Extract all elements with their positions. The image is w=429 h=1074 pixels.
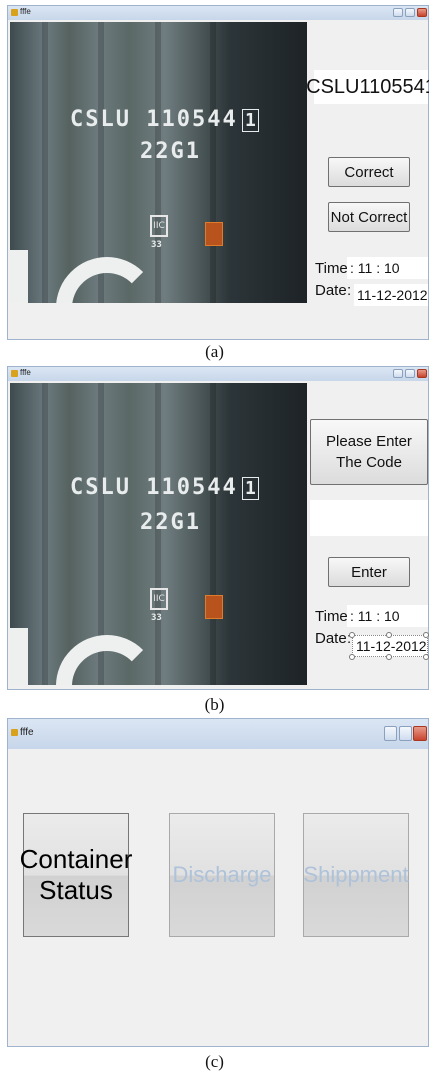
minimize-button[interactable] <box>393 369 403 378</box>
shippment-button: Shippment <box>303 813 409 937</box>
container-rib <box>210 22 216 303</box>
discharge-button: Discharge <box>169 813 275 937</box>
caption-b: (b) <box>204 695 225 714</box>
orange-sticker <box>205 222 223 246</box>
app-icon <box>11 9 18 16</box>
maximize-button[interactable] <box>399 726 412 741</box>
time-field: : 11 : 10 <box>347 257 428 279</box>
container-status-button[interactable]: Container Status <box>20 813 132 937</box>
enter-button[interactable]: Enter <box>328 557 410 587</box>
close-button[interactable] <box>417 369 427 378</box>
recognized-code-display: CSLU1105541 <box>306 70 429 104</box>
plate-line-2: 22G1 <box>140 139 201 164</box>
minimize-button[interactable] <box>393 8 403 17</box>
title-bar: fffe <box>8 719 428 749</box>
maximize-button[interactable] <box>405 369 415 378</box>
letter-shape <box>56 257 158 303</box>
window-title: fffe <box>20 727 34 738</box>
maximize-button[interactable] <box>405 8 415 17</box>
container-rib <box>42 383 48 685</box>
container-image: CSLU 110544 1 22G1 IIC 33 <box>10 22 307 303</box>
orange-sticker <box>205 595 223 619</box>
window-a: fffe CSLU 110544 1 22G1 IIC 33 CSLU11055… <box>7 5 429 340</box>
correct-button[interactable]: Correct <box>328 157 410 187</box>
plate-line-1: CSLU 110544 <box>70 475 238 500</box>
resize-handle[interactable] <box>349 654 355 660</box>
time-field: : 11 : 10 <box>347 605 428 627</box>
app-icon <box>11 729 18 736</box>
plate-check-digit: 1 <box>242 109 259 132</box>
close-button[interactable] <box>417 8 427 17</box>
plate-line-1: CSLU 110544 <box>70 107 238 132</box>
app-icon <box>11 370 18 377</box>
resize-handle[interactable] <box>423 654 429 660</box>
time-label: Time <box>315 260 348 277</box>
caption-a: (a) <box>205 342 224 361</box>
logo-sub: 33 <box>151 613 162 623</box>
date-label: Date <box>315 282 347 299</box>
container-rib <box>210 383 216 685</box>
logo-sub: 33 <box>151 240 162 250</box>
title-bar: fffe <box>8 367 428 381</box>
caption-c: (c) <box>205 1052 224 1071</box>
resize-handle[interactable] <box>386 632 392 638</box>
window-title: fffe <box>20 368 31 377</box>
iic-logo: IIC <box>150 588 168 610</box>
resize-handle[interactable] <box>349 632 355 638</box>
close-button[interactable] <box>413 726 427 741</box>
container-rib <box>42 22 48 303</box>
minimize-button[interactable] <box>384 726 397 741</box>
not-correct-button[interactable]: Not Correct <box>328 202 410 232</box>
time-label: Time <box>315 608 348 625</box>
date-field: 11-12-2012 <box>354 284 428 306</box>
date-colon: : <box>347 282 352 299</box>
window-title: fffe <box>20 7 31 16</box>
resize-handle[interactable] <box>386 654 392 660</box>
code-input[interactable] <box>310 500 428 536</box>
plate-check-digit: 1 <box>242 477 259 500</box>
window-c: fffe Container Status Discharge Shippmen… <box>7 718 429 1047</box>
date-label: Date <box>315 630 347 647</box>
letter-shape <box>10 250 28 303</box>
please-enter-code-button[interactable]: Please Enter The Code <box>310 419 428 485</box>
container-image: CSLU 110544 1 22G1 IIC 33 <box>10 383 307 685</box>
iic-logo: IIC <box>150 215 168 237</box>
title-bar: fffe <box>8 6 428 20</box>
resize-handle[interactable] <box>423 632 429 638</box>
plate-line-2: 22G1 <box>140 510 201 535</box>
letter-shape <box>10 628 28 685</box>
letter-shape <box>56 635 158 685</box>
window-b: fffe CSLU 110544 1 22G1 IIC 33 Please En… <box>7 366 429 690</box>
